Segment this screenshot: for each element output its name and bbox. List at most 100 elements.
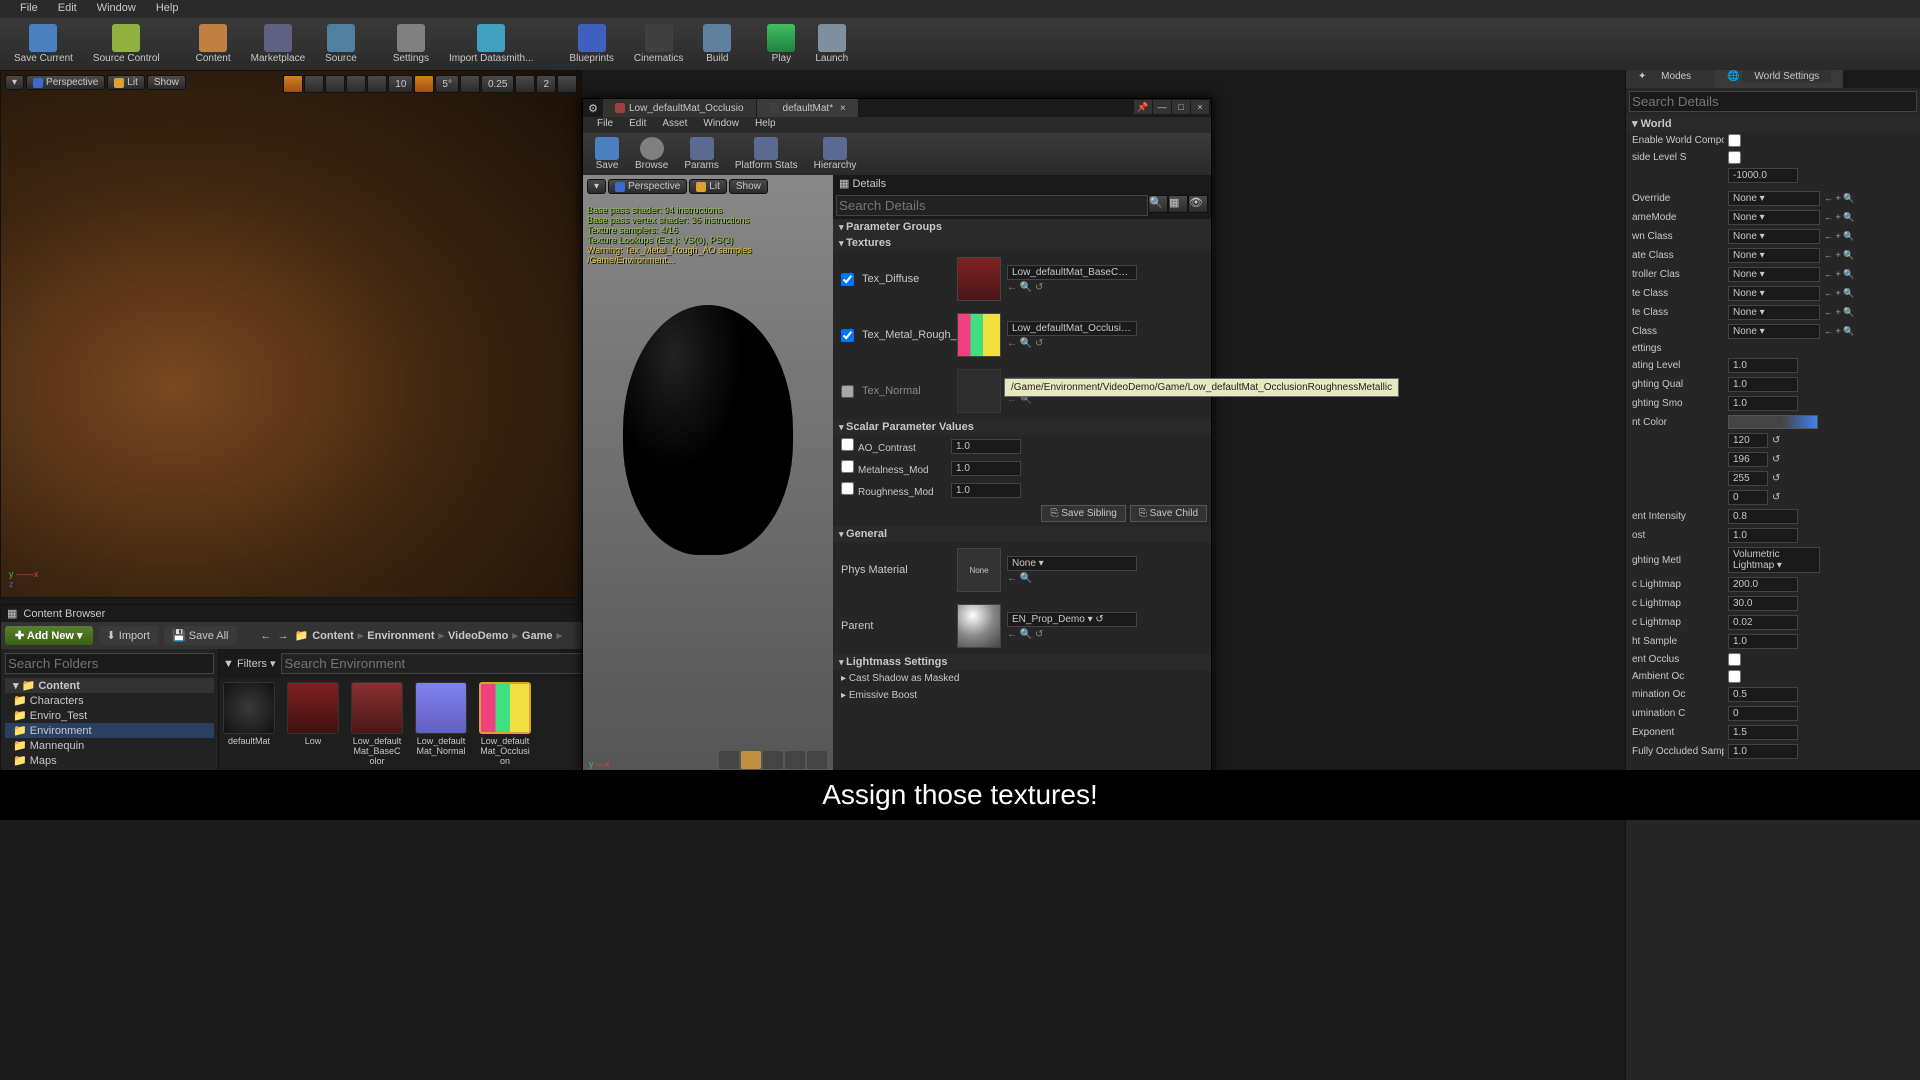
metalness-mod-checkbox[interactable] [841,460,854,473]
folder-icon[interactable]: 📁 [295,629,309,642]
tex-mrao-dropdown[interactable]: Low_defaultMat_OcclusionRoughnessMe▾ [1007,321,1137,336]
tex-diffuse-checkbox[interactable] [841,273,854,286]
preview-sphere-icon[interactable] [741,751,761,769]
class-dropdown[interactable]: None ▾ [1728,267,1820,282]
material-preview-viewport[interactable]: ▾ Perspective Lit Show Base pass shader:… [583,175,833,775]
window-close-icon[interactable]: × [1191,100,1209,114]
override-dropdown[interactable]: None ▾ [1728,191,1820,206]
tree-environment[interactable]: 📁 Environment [5,723,214,738]
history-back-icon[interactable]: ← [261,630,272,642]
preview-menu-button[interactable]: ▾ [587,179,606,194]
details-tab[interactable]: ▦ Details [839,177,886,190]
checkbox[interactable] [1728,653,1741,666]
toolbar-marketplace[interactable]: Marketplace [241,22,315,66]
search-folders-input[interactable] [5,653,214,674]
lightmass-header[interactable]: Lightmass Settings [833,654,1211,670]
tex-mrao-checkbox[interactable] [841,329,854,342]
grid-size-value[interactable]: 10 [388,75,413,93]
parent-thumbnail[interactable] [957,604,1001,648]
numeric-value[interactable]: 1.0 [1728,377,1798,392]
viewport-lit-button[interactable]: Lit [107,75,145,90]
use-browser-icon[interactable]: ← [1007,282,1017,293]
numeric-value[interactable]: 1.0 [1728,528,1798,543]
gizmo-move-icon[interactable] [304,75,324,93]
search-icon[interactable]: 🔍 [1148,195,1168,213]
tree-characters[interactable]: 📁 Characters [5,693,214,708]
tab-low-defaultmat-occlusion[interactable]: Low_defaultMat_Occlusio [603,99,756,117]
preview-plane-icon[interactable] [763,751,783,769]
tree-content[interactable]: ▾ 📁 Content [5,678,214,693]
tree-materials[interactable]: 📁 Materials [5,768,214,769]
preview-cube-icon[interactable] [785,751,805,769]
menu-edit[interactable]: Edit [48,0,87,18]
class-dropdown[interactable]: None ▾ [1728,305,1820,320]
main-viewport[interactable]: ▾ Perspective Lit Show 10 5° 0.25 2 y ——… [0,70,582,598]
find-in-browser-icon[interactable]: 🔍 [1020,629,1032,640]
gizmo-rotate-icon[interactable] [325,75,345,93]
numeric-value[interactable]: 1.0 [1728,744,1798,759]
toolbar-cinematics[interactable]: Cinematics [624,22,693,66]
phys-material-dropdown[interactable]: None ▾ [1007,556,1137,571]
import-button[interactable]: ⬇ Import [99,626,158,645]
mat-browse-button[interactable]: Browse [627,135,676,173]
mat-params-button[interactable]: Params [676,135,726,173]
ao-contrast-checkbox[interactable] [841,438,854,451]
use-browser-icon[interactable]: ← [1007,629,1017,640]
numeric-value[interactable]: 0.02 [1728,615,1798,630]
find-in-browser-icon[interactable]: 🔍 [1020,338,1032,349]
general-header[interactable]: General [833,526,1211,542]
class-dropdown[interactable]: None ▾ [1728,229,1820,244]
mat-menu-edit[interactable]: Edit [621,117,654,133]
toolbar-launch[interactable]: Launch [805,22,858,66]
color-swatch[interactable] [1728,415,1818,429]
bc-videodemo[interactable]: VideoDemo [448,630,508,642]
save-sibling-button[interactable]: ⎘ Save Sibling [1041,505,1125,522]
tex-mrao-thumbnail[interactable] [957,313,1001,357]
menu-file[interactable]: File [10,0,48,18]
asset-Low[interactable]: Low [287,682,339,746]
side-level-checkbox[interactable] [1728,151,1741,164]
viewport-show-button[interactable]: Show [147,75,186,90]
numeric-value[interactable]: 0 [1728,706,1798,721]
class-dropdown[interactable]: None ▾ [1728,286,1820,301]
add-new-button[interactable]: ✚ Add New ▾ [5,626,93,645]
window-maximize-icon[interactable]: □ [1172,100,1190,114]
phys-material-thumbnail[interactable]: None [957,548,1001,592]
scale-snap-icon[interactable] [460,75,480,93]
toolbar-blueprints[interactable]: Blueprints [559,22,623,66]
metalness-mod-value[interactable]: 1.0 [951,461,1021,476]
parent-dropdown[interactable]: EN_Prop_Demo ▾ ↺ [1007,612,1137,627]
window-minimize-icon[interactable]: — [1153,100,1171,114]
class-dropdown[interactable]: None ▾ [1728,248,1820,263]
toolbar-content[interactable]: Content [186,22,241,66]
asset-Low_defaultMat_Normal[interactable]: Low_defaultMat_Normal [415,682,467,756]
viewport-perspective-button[interactable]: Perspective [26,75,105,90]
scale-snap-value[interactable]: 0.25 [481,75,514,93]
mat-menu-help[interactable]: Help [747,117,784,133]
ao-contrast-value[interactable]: 1.0 [951,439,1021,454]
parameter-groups-header[interactable]: Parameter Groups [833,219,1211,235]
color-component-value[interactable]: 255 [1728,471,1768,486]
reset-icon[interactable]: ↺ [1035,282,1043,293]
window-pin-icon[interactable]: 📌 [1134,100,1152,114]
asset-Low_defaultMat_BaseColor[interactable]: Low_defaultMat_BaseColor [351,682,403,766]
numeric-value[interactable]: 1.0 [1728,358,1798,373]
numeric-value[interactable]: 200.0 [1728,577,1798,592]
asset-Low_defaultMat_Occlusion[interactable]: Low_defaultMat_Occlusion [479,682,531,766]
angle-snap-icon[interactable] [414,75,434,93]
numeric-value[interactable]: 30.0 [1728,596,1798,611]
toolbar-source-control[interactable]: Source Control [83,22,170,66]
toolbar-settings[interactable]: Settings [383,22,439,66]
world-settings-search-input[interactable] [1629,91,1917,112]
asset-defaultMat[interactable]: defaultMat [223,682,275,746]
numeric-value[interactable]: 1.5 [1728,725,1798,740]
toolbar-build[interactable]: Build [693,22,741,66]
emissive-boost-row[interactable]: ▸ Emissive Boost [841,690,917,701]
bc-game[interactable]: Game [522,630,553,642]
tex-normal-checkbox[interactable] [841,385,854,398]
eye-icon[interactable]: 👁 [1188,195,1208,213]
maximize-viewport-icon[interactable] [557,75,577,93]
enable-compositing-checkbox[interactable] [1728,134,1741,147]
numeric-value[interactable]: 0.8 [1728,509,1798,524]
gizmo-select-icon[interactable] [283,75,303,93]
